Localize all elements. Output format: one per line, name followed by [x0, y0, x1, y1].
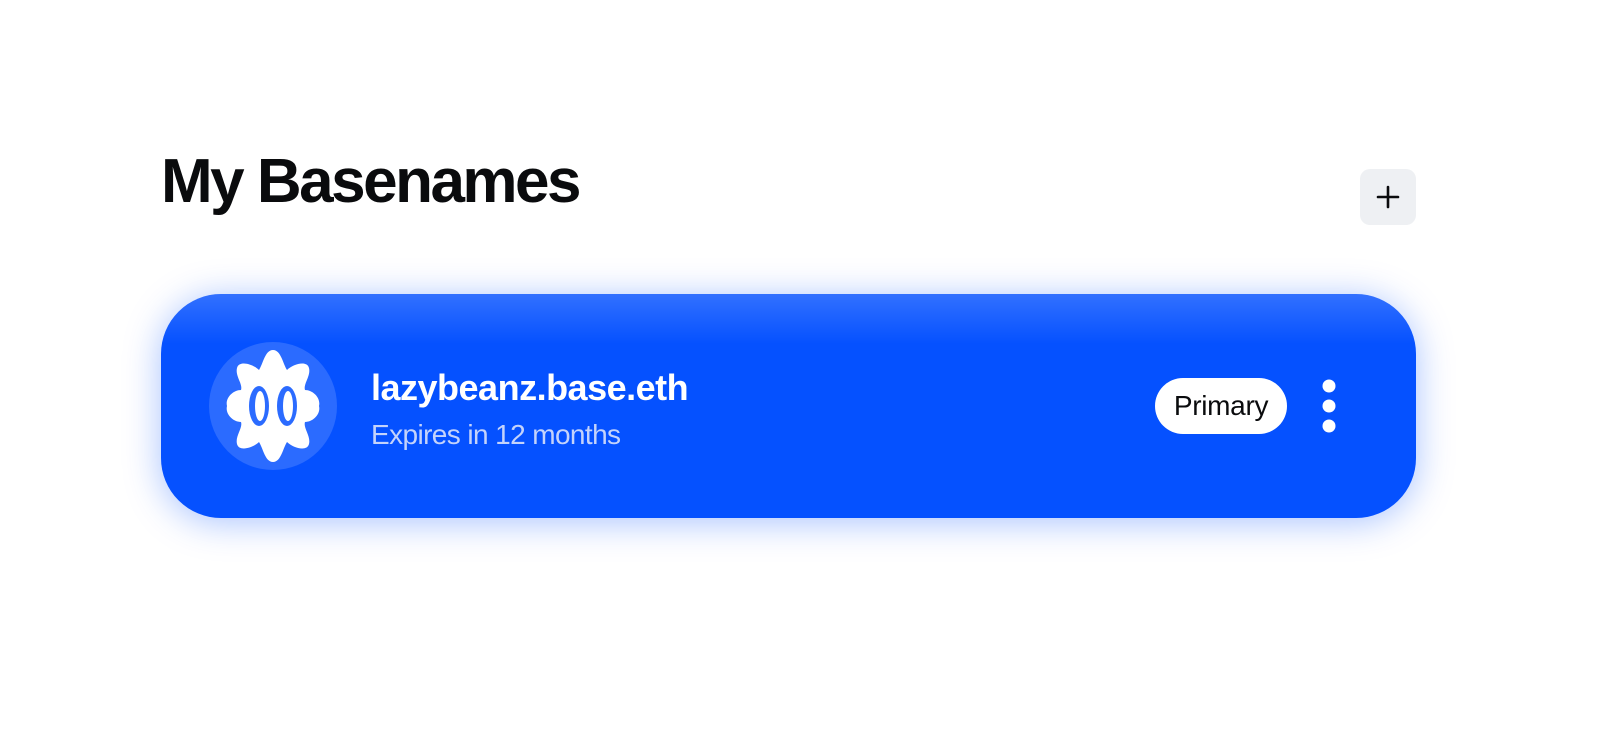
avatar — [209, 342, 337, 470]
basename-label: lazybeanz.base.eth — [371, 367, 689, 408]
bean-face-avatar-icon — [226, 350, 320, 462]
card-highlight — [161, 294, 1416, 344]
vertical-ellipsis-icon — [1322, 379, 1336, 433]
basename-card[interactable]: lazybeanz.base.eth Expires in 12 months … — [161, 294, 1416, 518]
primary-badge: Primary — [1155, 378, 1287, 434]
more-options-button[interactable] — [1309, 374, 1349, 438]
plus-icon — [1376, 185, 1400, 209]
page-title: My Basenames — [161, 147, 582, 216]
expiry-text: Expires in 12 months — [371, 419, 621, 450]
add-basename-button[interactable] — [1360, 169, 1416, 225]
